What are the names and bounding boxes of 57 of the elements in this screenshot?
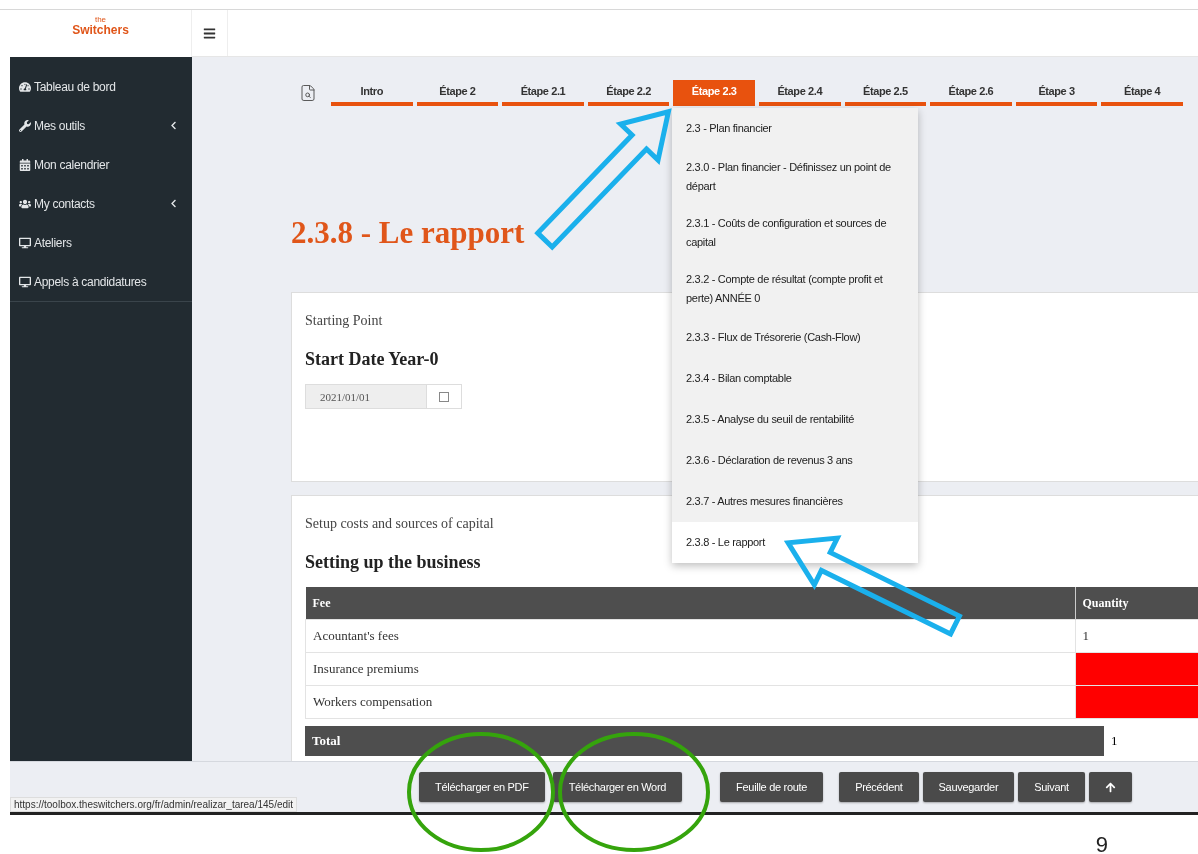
- dropdown-item[interactable]: 2.3.0 - Plan financier - Définissez un point de départ: [672, 149, 918, 205]
- column-header: Fee: [305, 587, 1075, 620]
- step-tab[interactable]: Étape 4: [1101, 80, 1183, 106]
- sidebar-item[interactable]: Appels à candidatures: [10, 262, 192, 301]
- arrow-up-icon: [1104, 781, 1116, 793]
- sidebar-item[interactable]: Ateliers: [10, 223, 192, 262]
- sidebar-item[interactable]: Mon calendrier: [10, 145, 192, 184]
- sidebar-item[interactable]: Mes outils: [10, 106, 192, 145]
- dropdown-item[interactable]: 2.3 - Plan financier: [672, 108, 918, 149]
- step-tab[interactable]: Étape 2.2: [587, 80, 670, 106]
- column-header: Quantity: [1075, 587, 1198, 620]
- footer-button[interactable]: Télécharger en PDF: [419, 772, 545, 802]
- dropdown-item[interactable]: 2.3.5 - Analyse du seuil de rentabilité: [672, 399, 918, 440]
- step-tab[interactable]: Intro: [331, 80, 413, 106]
- status-url: https://toolbox.theswitchers.org/fr/admin/realizar_tarea/145/edit: [10, 797, 298, 812]
- monitor-icon: [19, 236, 31, 249]
- dropdown-item[interactable]: 2.3.7 - Autres mesures financières: [672, 481, 918, 522]
- dropdown-item[interactable]: 2.3.2 - Compte de résultat (compte profit et perte) ANNÉE 0: [672, 261, 918, 317]
- scroll-top-button[interactable]: [1088, 772, 1132, 802]
- total-label: Total: [305, 726, 1104, 756]
- dropdown-item[interactable]: 2.3.4 - Bilan comptable: [672, 358, 918, 399]
- section-heading: Setting up the business: [305, 552, 482, 573]
- table-cell: Workers compensation: [305, 685, 1075, 719]
- document-search-icon[interactable]: [299, 84, 317, 102]
- dropdown-item[interactable]: 2.3.8 - Le rapport: [672, 522, 918, 563]
- section-heading: Start Date Year-0: [305, 349, 440, 370]
- users-icon: [19, 197, 31, 210]
- footer-button[interactable]: Télécharger en Word: [552, 772, 683, 802]
- step-tab[interactable]: Étape 2.6: [930, 80, 1012, 106]
- table-cell-text: 1: [1110, 732, 1119, 750]
- wrench-icon: [19, 119, 31, 132]
- table-cell: Insurance premiums: [305, 652, 1075, 686]
- logo-text: Switchers: [72, 24, 129, 37]
- step-tab[interactable]: Étape 2: [416, 80, 499, 106]
- section-caption: Setup costs and sources of capital: [305, 516, 495, 532]
- calendar-icon: [19, 158, 31, 171]
- page-number: 9: [1095, 833, 1108, 854]
- gauge-icon: [19, 80, 31, 93]
- logo-text: the: [94, 16, 107, 24]
- dropdown-item[interactable]: 2.3.6 - Déclaration de revenus 3 ans: [672, 440, 918, 481]
- table-cell: 1: [1075, 619, 1198, 653]
- step-tab[interactable]: Étape 2.1: [502, 80, 584, 106]
- footer-button[interactable]: Sauvegarder: [922, 772, 1015, 802]
- sidebar-item[interactable]: My contacts: [10, 184, 192, 223]
- dropdown-item[interactable]: 2.3.1 - Coûts de configuration et sources de capital: [672, 205, 918, 261]
- step-tab[interactable]: Étape 2.3: [673, 80, 755, 106]
- sidebar-item[interactable]: Tableau de bord: [10, 67, 192, 106]
- menu-icon: [203, 26, 216, 40]
- footer-button[interactable]: Suivant: [1018, 772, 1085, 802]
- footer-button[interactable]: Précédent: [839, 772, 919, 802]
- section-caption: Starting Point: [305, 313, 384, 329]
- dropdown-item[interactable]: 2.3.3 - Flux de Trésorerie (Cash-Flow): [672, 317, 918, 358]
- page-title: 2.3.8 - Le rapport: [291, 214, 525, 252]
- table-cell: Acountant's fees: [305, 619, 1075, 653]
- monitor-icon: [19, 275, 31, 288]
- step-tab[interactable]: Étape 3: [1015, 80, 1098, 106]
- footer-button[interactable]: Feuille de route: [720, 772, 824, 802]
